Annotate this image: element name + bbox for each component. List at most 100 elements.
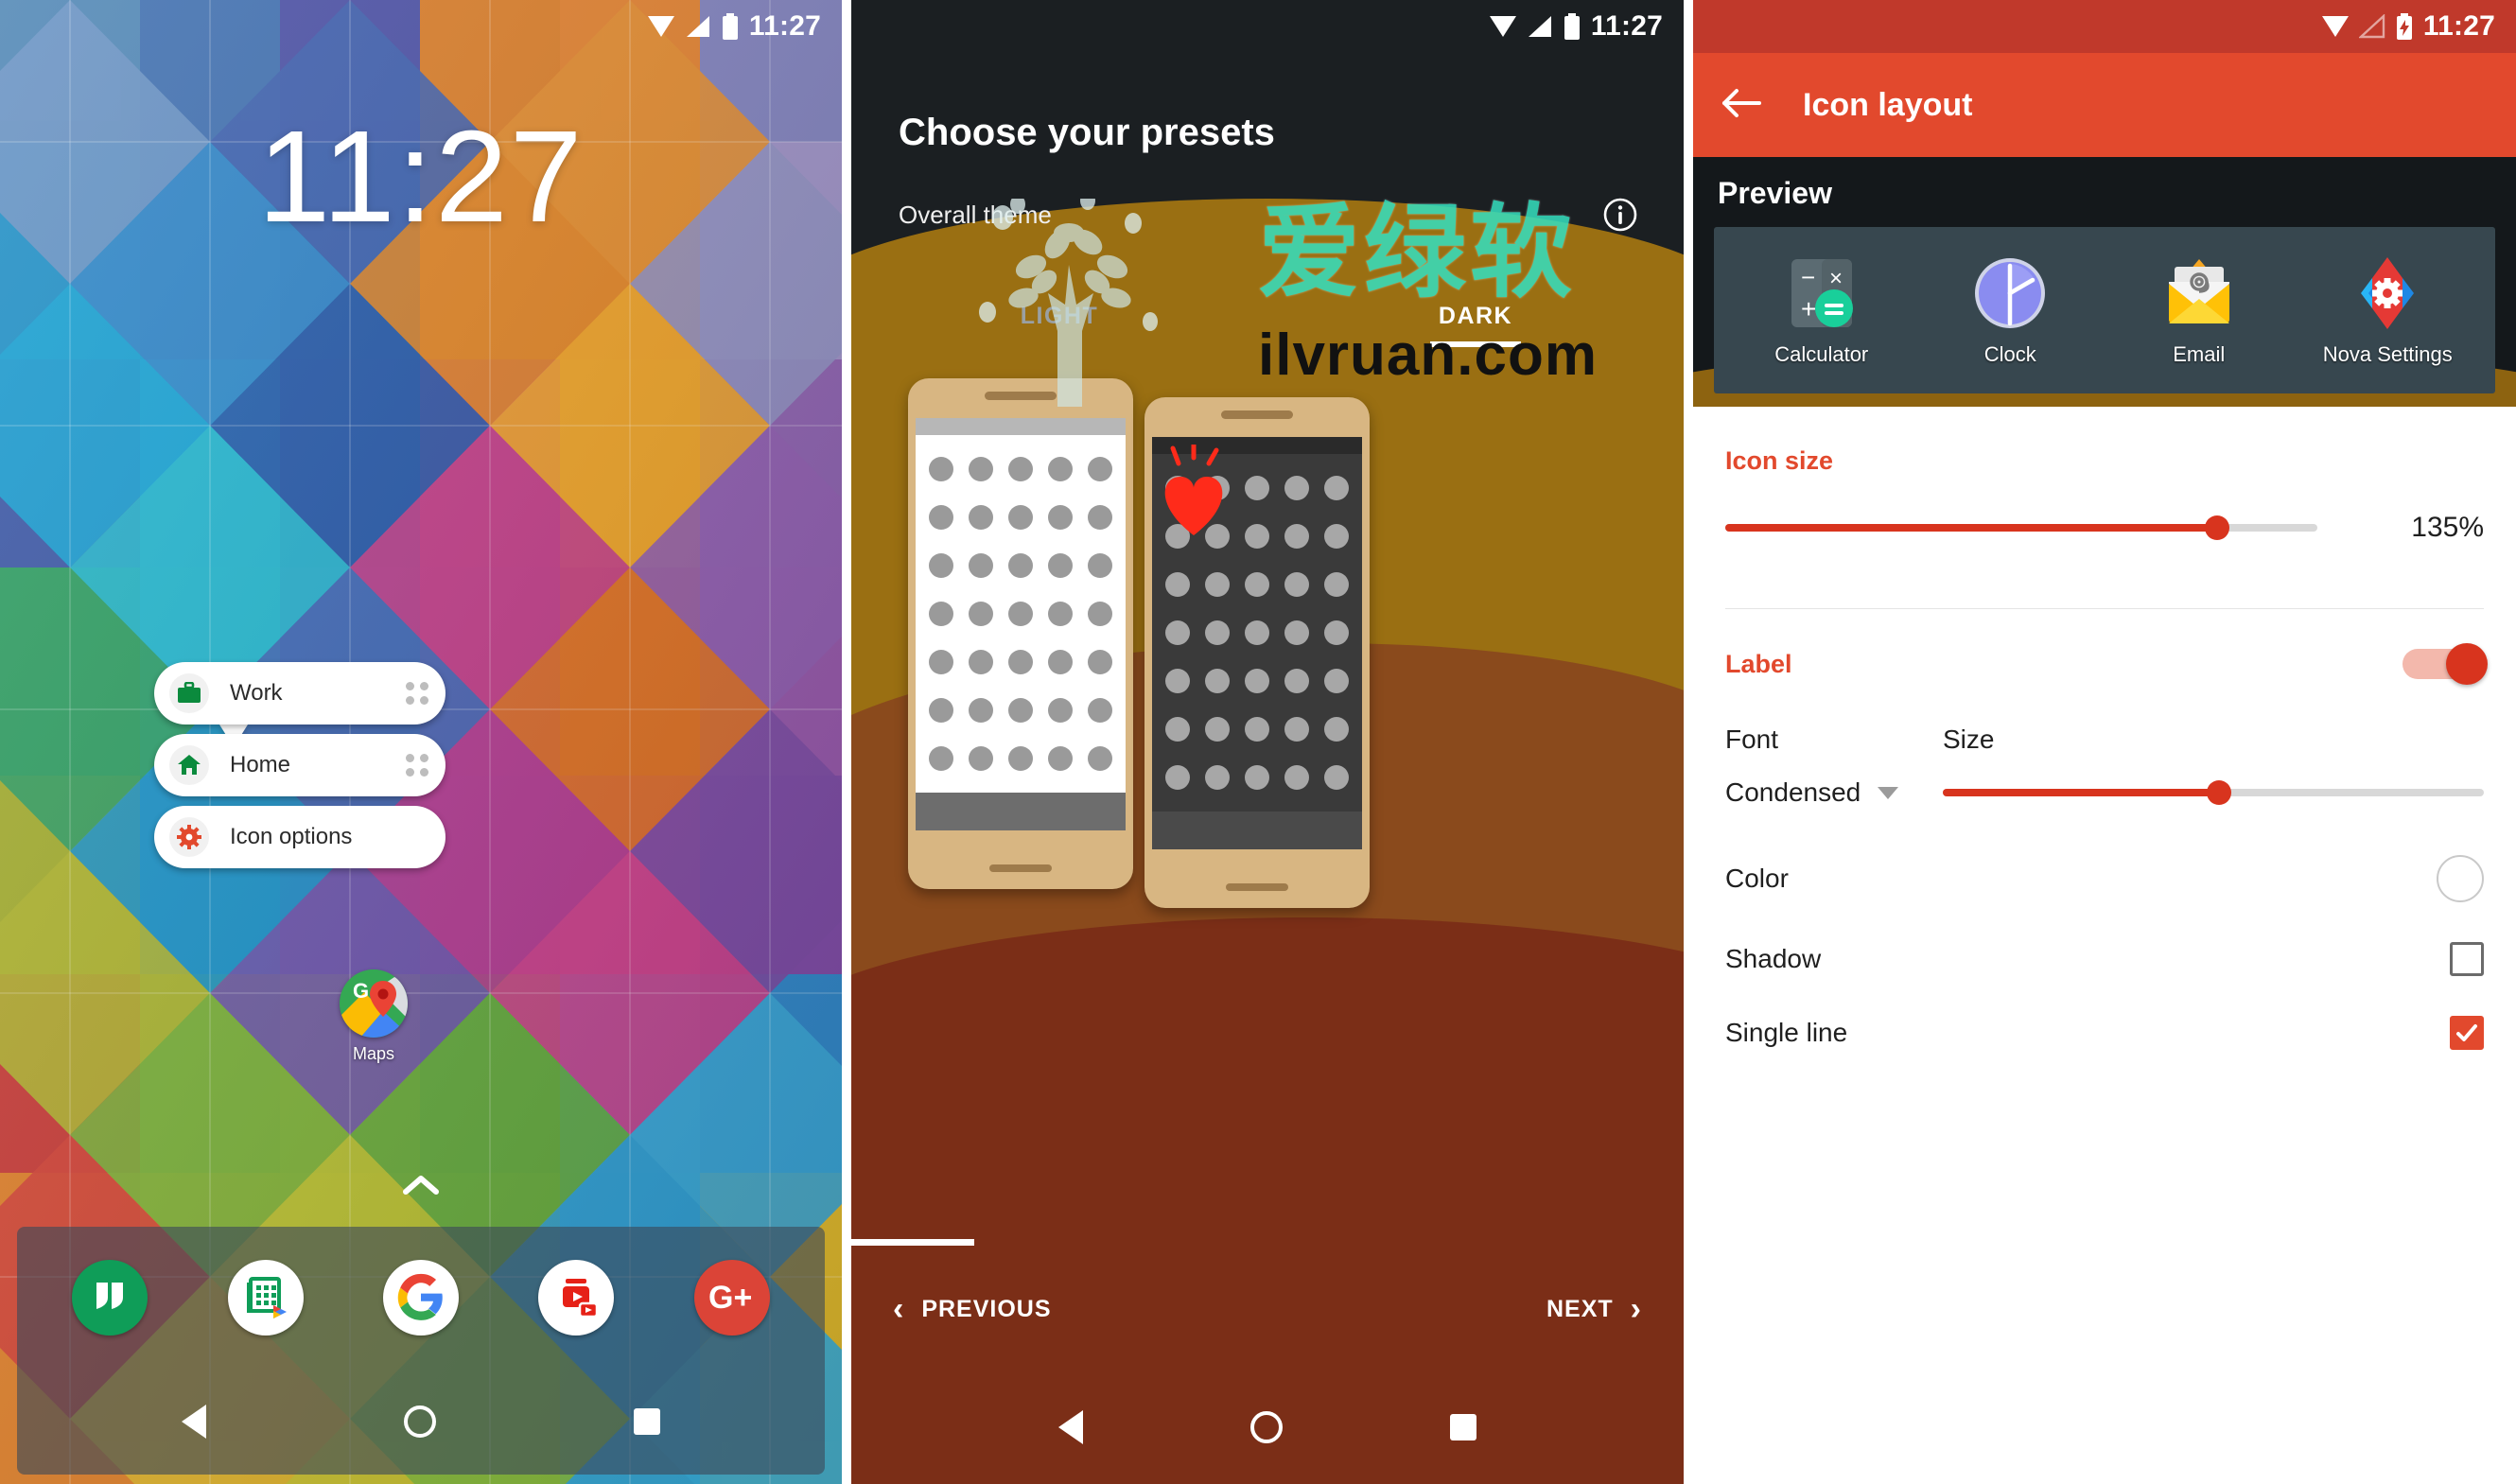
dock: G+ [17, 1227, 825, 1475]
icon-size-value: 135% [2411, 512, 2484, 543]
color-label: Color [1725, 864, 1789, 893]
dock-icon-row: G+ [17, 1227, 825, 1369]
svg-text:×: × [1829, 266, 1843, 291]
label-size-slider[interactable] [1943, 780, 2484, 805]
presets-section-label: Overall theme [899, 201, 1052, 229]
nav-back-icon[interactable] [1057, 1410, 1083, 1444]
nav-recents-icon[interactable] [1450, 1414, 1477, 1440]
svg-text:+: + [1801, 294, 1816, 323]
battery-icon [721, 13, 740, 40]
google-maps-icon: G [340, 969, 408, 1038]
chevron-right-icon: › [1630, 1291, 1642, 1327]
label-toggle[interactable] [2402, 643, 2488, 685]
drag-handle-icon[interactable] [406, 682, 428, 705]
signal-icon [2358, 14, 2385, 39]
calculator-icon: − × + [1782, 253, 1861, 333]
next-button[interactable]: NEXT › [1546, 1293, 1642, 1325]
previous-button-label: PREVIOUS [921, 1295, 1052, 1322]
wizard-navigation: ‹ PREVIOUS NEXT › [851, 1260, 1684, 1358]
info-icon[interactable] [1602, 197, 1638, 237]
popup-shortcut-label: Icon options [230, 824, 353, 849]
status-bar-clock: 11:27 [1590, 10, 1663, 42]
preview-app-label: Nova Settings [2322, 342, 2453, 366]
wifi-icon [2321, 14, 2350, 39]
preview-app-label: Calculator [1774, 342, 1869, 366]
popup-shortcut-home[interactable]: Home [154, 734, 446, 796]
page-title: Icon layout [1803, 86, 1973, 123]
shadow-label: Shadow [1725, 944, 1822, 973]
arrow-left-icon[interactable] [1721, 87, 1761, 124]
panel-choose-presets: 11:27 Choose your presets Overall theme … [851, 0, 1684, 1484]
nav-home-icon[interactable] [403, 1405, 436, 1438]
chevron-left-icon: ‹ [893, 1291, 905, 1327]
youtube-red-icon[interactable] [538, 1260, 615, 1336]
tab-dark[interactable]: DARK [1267, 303, 1684, 347]
wifi-icon [647, 14, 675, 39]
tab-light[interactable]: LIGHT [851, 303, 1267, 347]
phone-preview-dark[interactable] [1144, 397, 1370, 908]
drag-handle-icon[interactable] [406, 754, 428, 777]
preview-app-calculator[interactable]: − × + Calculator [1751, 253, 1893, 367]
nav-recents-icon[interactable] [633, 1408, 660, 1435]
preview-app-email[interactable]: Email [2128, 253, 2270, 367]
battery-icon [1563, 13, 1581, 40]
icon-size-section: Icon size 135% [1693, 407, 2516, 544]
hangouts-icon[interactable] [72, 1260, 149, 1336]
presets-page-title: Choose your presets [899, 112, 1275, 153]
popup-shortcut-work[interactable]: Work [154, 662, 446, 725]
tab-selected-underline [1430, 341, 1521, 347]
preview-app-nova-settings[interactable]: Nova Settings [2316, 253, 2458, 367]
popup-shortcut-icon-options[interactable]: Icon options [154, 806, 446, 868]
app-icon-label: Maps [352, 1044, 394, 1063]
panel-home-screen: 11:27 11:27 Work Home Icon options G Map… [0, 0, 842, 1484]
status-bar-icon-layout: 11:27 [1693, 0, 2516, 53]
status-bar-clock: 11:27 [2422, 10, 2495, 42]
single-line-label: Single line [1725, 1018, 1848, 1047]
clock-widget: 11:27 [257, 104, 585, 250]
svg-text:G+: G+ [708, 1280, 752, 1316]
wifi-icon [1489, 14, 1517, 39]
tab-light-label: LIGHT [1020, 303, 1099, 329]
nav-back-icon[interactable] [182, 1405, 207, 1439]
preview-title: Preview [1718, 176, 1832, 210]
preview-section: Preview − × + Calculator Clock Email Nov… [1693, 157, 2516, 407]
screenshot-root: 11:27 11:27 Work Home Icon options G Map… [0, 0, 2516, 1484]
shadow-checkbox[interactable] [2450, 942, 2484, 976]
label-section-label: Label [1725, 649, 1792, 678]
status-bar-clock: 11:27 [748, 10, 821, 42]
panel-icon-layout: 11:27 Icon layout Preview − × + Calculat… [1693, 0, 2516, 1484]
briefcase-icon [169, 673, 209, 713]
system-navigation-bar [17, 1369, 825, 1475]
tab-dark-label: DARK [1438, 303, 1513, 329]
status-bar-home: 11:27 [0, 0, 842, 53]
preview-app-label: Clock [1983, 342, 2036, 366]
theme-tabs: LIGHT DARK [851, 303, 1684, 347]
app-bar: Icon layout [1693, 53, 2516, 157]
battery-charging-icon [2395, 13, 2414, 40]
google-icon[interactable] [382, 1260, 459, 1336]
preview-app-clock[interactable]: Clock [1939, 253, 2081, 367]
wizard-progress-bar [851, 1239, 974, 1246]
status-bar-presets: 11:27 [851, 0, 1684, 53]
font-dropdown[interactable]: Condensed [1725, 777, 1943, 808]
size-label: Size [1943, 725, 1995, 754]
house-icon [169, 745, 209, 785]
app-icon-maps[interactable]: G Maps [337, 969, 411, 1064]
icon-size-slider[interactable] [1725, 515, 2317, 540]
app-drawer-chevron-icon[interactable] [0, 1173, 842, 1202]
color-swatch[interactable] [2437, 855, 2484, 902]
popup-shortcut-label: Home [230, 752, 291, 777]
svg-text:−: − [1801, 263, 1815, 291]
sheets-icon[interactable] [227, 1260, 304, 1336]
clock-icon [1970, 253, 2050, 333]
google-plus-icon[interactable]: G+ [693, 1260, 770, 1336]
popup-shortcut-label: Work [230, 680, 283, 706]
nova-settings-icon [2348, 253, 2427, 333]
chevron-down-icon [1878, 786, 1899, 799]
previous-button[interactable]: ‹ PREVIOUS [893, 1293, 1052, 1325]
nav-home-icon[interactable] [1249, 1411, 1283, 1443]
settings-list: Icon size 135% Label Font Size Condensed… [1693, 407, 2516, 1484]
phone-preview-light[interactable] [908, 378, 1133, 889]
single-line-checkbox[interactable] [2450, 1016, 2484, 1050]
label-section: Label Font Size Condensed Color Shadow S… [1693, 609, 2516, 1050]
